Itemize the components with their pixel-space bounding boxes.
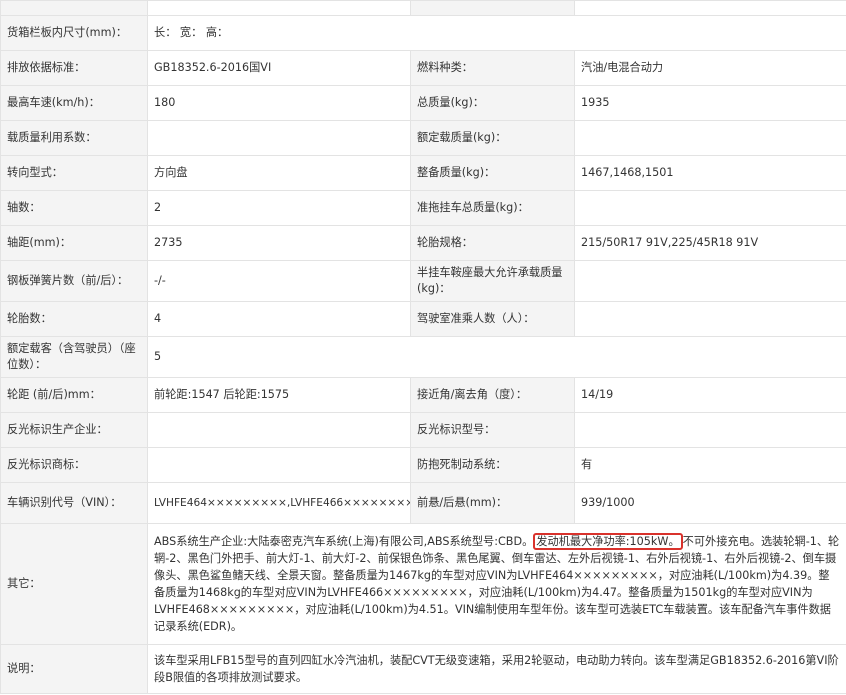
label-seats: 额定载客（含驾驶员）（座位数）： xyxy=(0,336,148,378)
row-vin: 车辆识别代号（VIN）： LVHFE464×××××××××,LVHFE466×… xyxy=(0,482,846,524)
value-curb-mass: 1467,1468,1501 xyxy=(574,155,846,191)
value-axles: 2 xyxy=(147,190,411,226)
label-tire-count: 轮胎数： xyxy=(0,301,148,337)
label-other: 其它： xyxy=(0,523,148,645)
row-leaf-spring: 钢板弹簧片数（前/后）： -/- 半挂车鞍座最大允许承载质量(kg)： xyxy=(0,260,846,302)
row-note: 说明： 该车型采用LFB15型号的直列四缸水冷汽油机，装配CVT无级变速箱，采用… xyxy=(0,644,846,694)
value-saddle-load xyxy=(574,260,846,302)
label-cab-occupants: 驾驶室准乘人数（人）： xyxy=(410,301,575,337)
row-emission-standard: 排放依据标准： GB18352.6-2016国VI 燃料种类： 汽油/电混合动力 xyxy=(0,50,846,86)
value-cab-occupants xyxy=(574,301,846,337)
value-reflector-brand xyxy=(147,447,411,483)
row-tire-count: 轮胎数： 4 驾驶室准乘人数（人）： xyxy=(0,301,846,337)
label-max-speed: 最高车速(km/h)： xyxy=(0,85,148,121)
label-reflector-brand: 反光标识商标： xyxy=(0,447,148,483)
value-note: 该车型采用LFB15型号的直列四缸水冷汽油机，装配CVT无级变速箱，采用2轮驱动… xyxy=(147,644,846,694)
label-fuel-type: 燃料种类： xyxy=(410,50,575,86)
label-abs: 防抱死制动系统： xyxy=(410,447,575,483)
row-reflector-brand: 反光标识商标： 防抱死制动系统： 有 xyxy=(0,447,846,483)
label-wheelbase: 轴距(mm)： xyxy=(0,225,148,261)
other-text-after: 不可外接充电。选装轮辋-1、轮辋-2、黑色门外把手、前大灯-1、前大灯-2、前保… xyxy=(154,535,840,633)
row-wheelbase: 轴距(mm)： 2735 轮胎规格： 215/50R17 91V,225/45R… xyxy=(0,225,846,261)
row-axles: 轴数： 2 准拖挂车总质量(kg)： xyxy=(0,190,846,226)
label-gross-mass: 总质量(kg)： xyxy=(410,85,575,121)
value-emission-standard: GB18352.6-2016国VI xyxy=(147,50,411,86)
value-track: 前轮距:1547 后轮距:1575 xyxy=(147,377,411,413)
label-note: 说明： xyxy=(0,644,148,694)
label-tire-spec: 轮胎规格： xyxy=(410,225,575,261)
row-track: 轮距 (前/后)mm： 前轮距:1547 后轮距:1575 接近角/离去角（度）… xyxy=(0,377,846,413)
value-vin: LVHFE464×××××××××,LVHFE466×××××××××,LVHF… xyxy=(147,482,411,524)
value-leaf-spring: -/- xyxy=(147,260,411,302)
value-gross-mass: 1935 xyxy=(574,85,846,121)
label-load-utilization: 载质量利用系数： xyxy=(0,120,148,156)
value-fuel-type: 汽油/电混合动力 xyxy=(574,50,846,86)
row-other: 其它： ABS系统生产企业:大陆泰密克汽车系统(上海)有限公司,ABS系统型号:… xyxy=(0,523,846,645)
label-approach-angle: 接近角/离去角（度）： xyxy=(410,377,575,413)
value-tire-spec: 215/50R17 91V,225/45R18 91V xyxy=(574,225,846,261)
value-wheelbase: 2735 xyxy=(147,225,411,261)
label-saddle-load: 半挂车鞍座最大允许承载质量(kg)： xyxy=(410,260,575,302)
value-rated-load xyxy=(574,120,846,156)
value-overhang: 939/1000 xyxy=(574,482,846,524)
label-axles: 轴数： xyxy=(0,190,148,226)
value-max-speed: 180 xyxy=(147,85,411,121)
value-other: ABS系统生产企业:大陆泰密克汽车系统(上海)有限公司,ABS系统型号:CBD。… xyxy=(147,523,846,645)
label-reflector-maker: 反光标识生产企业： xyxy=(0,412,148,448)
label-emission-standard: 排放依据标准： xyxy=(0,50,148,86)
label-reflector-model: 反光标识型号： xyxy=(410,412,575,448)
label-trailer-mass: 准拖挂车总质量(kg)： xyxy=(410,190,575,226)
label-track: 轮距 (前/后)mm： xyxy=(0,377,148,413)
value-cargo-box: 长： 宽： 高： xyxy=(147,15,846,51)
label-overhang: 前悬/后悬(mm)： xyxy=(410,482,575,524)
top-partial-row xyxy=(0,0,846,16)
value-tire-count: 4 xyxy=(147,301,411,337)
value-reflector-model xyxy=(574,412,846,448)
value-steering: 方向盘 xyxy=(147,155,411,191)
value-abs: 有 xyxy=(574,447,846,483)
row-steering: 转向型式： 方向盘 整备质量(kg)： 1467,1468,1501 xyxy=(0,155,846,191)
vehicle-spec-table: 货箱栏板内尺寸(mm)： 长： 宽： 高： 排放依据标准： GB18352.6-… xyxy=(0,0,846,694)
row-reflector-maker: 反光标识生产企业： 反光标识型号： xyxy=(0,412,846,448)
label-vin: 车辆识别代号（VIN）： xyxy=(0,482,148,524)
label-rated-load: 额定载质量(kg)： xyxy=(410,120,575,156)
label-steering: 转向型式： xyxy=(0,155,148,191)
value-approach-angle: 14/19 xyxy=(574,377,846,413)
row-seats: 额定载客（含驾驶员）（座位数）： 5 xyxy=(0,336,846,378)
row-load-utilization: 载质量利用系数： 额定载质量(kg)： xyxy=(0,120,846,156)
other-text-before: ABS系统生产企业:大陆泰密克汽车系统(上海)有限公司,ABS系统型号:CBD。 xyxy=(154,535,534,548)
label-leaf-spring: 钢板弹簧片数（前/后）： xyxy=(0,260,148,302)
value-load-utilization xyxy=(147,120,411,156)
row-max-speed: 最高车速(km/h)： 180 总质量(kg)： 1935 xyxy=(0,85,846,121)
row-cargo-box: 货箱栏板内尺寸(mm)： 长： 宽： 高： xyxy=(0,15,846,51)
value-reflector-maker xyxy=(147,412,411,448)
value-trailer-mass xyxy=(574,190,846,226)
value-seats: 5 xyxy=(147,336,846,378)
label-curb-mass: 整备质量(kg)： xyxy=(410,155,575,191)
engine-power-highlight: 发动机最大净功率:105kW。 xyxy=(533,533,683,550)
label-cargo-box: 货箱栏板内尺寸(mm)： xyxy=(0,15,148,51)
